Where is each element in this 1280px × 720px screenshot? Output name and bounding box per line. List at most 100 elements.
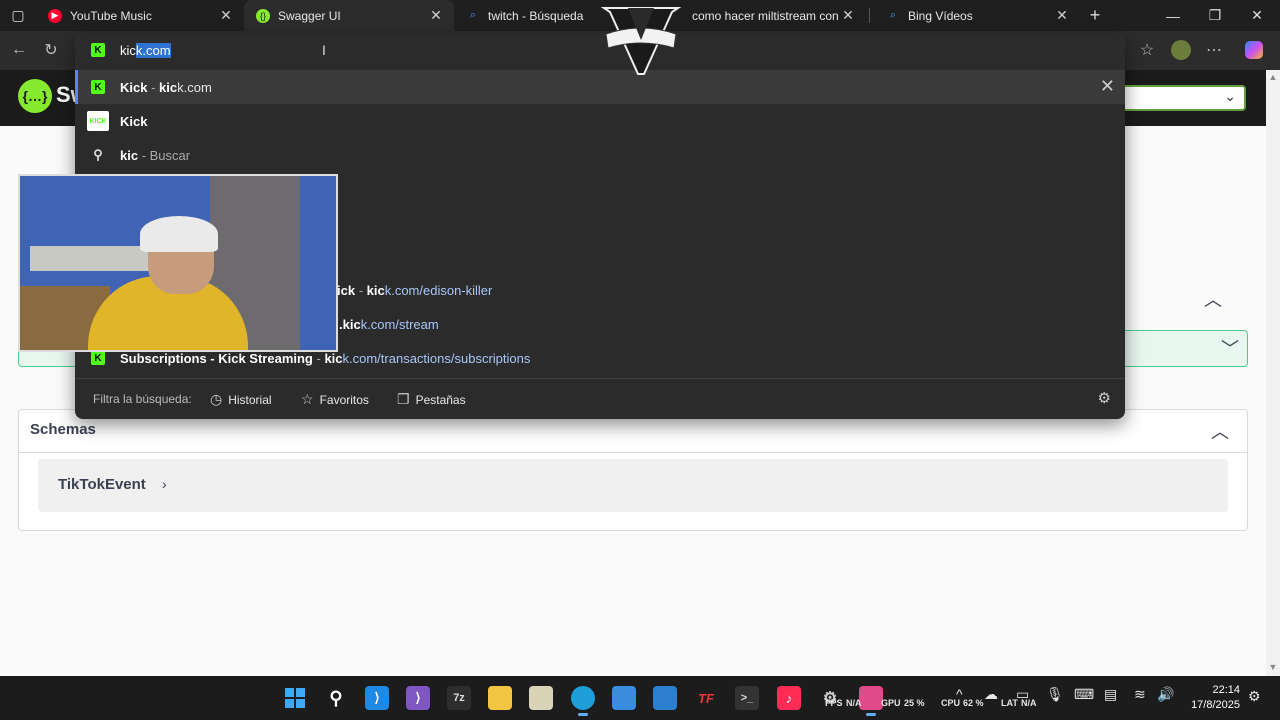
tab-title: Bing Vídeos bbox=[908, 8, 973, 23]
cloud-icon[interactable]: ☁ bbox=[984, 686, 998, 703]
scroll-up-icon[interactable]: ▲ bbox=[1266, 72, 1280, 84]
display-icon[interactable]: ▭ bbox=[1016, 686, 1029, 703]
close-icon[interactable]: ✕ bbox=[840, 7, 856, 24]
history-icon: ◷ bbox=[210, 391, 223, 407]
volume-icon[interactable]: 🔊 bbox=[1157, 686, 1174, 703]
star-icon: ☆ bbox=[301, 391, 314, 407]
tab-actions-icon[interactable]: ▢ bbox=[0, 0, 36, 31]
kick-logo-icon: KICK bbox=[87, 111, 109, 131]
tab-title: Swagger UI bbox=[278, 8, 341, 23]
address-input[interactable]: kick.com bbox=[120, 43, 171, 58]
swagger-icon: {} bbox=[256, 8, 270, 23]
filter-history-chip[interactable]: ◷ Historial bbox=[210, 391, 272, 408]
suggestion-url-match: kic bbox=[159, 80, 178, 95]
new-tab-button[interactable]: + bbox=[1074, 0, 1116, 31]
model-item[interactable]: TikTokEvent › bbox=[38, 459, 1228, 512]
kick-k-icon: K bbox=[91, 351, 105, 365]
close-icon[interactable]: ✕ bbox=[1054, 7, 1070, 24]
tab-bing-videos[interactable]: ⌕ Bing Vídeos ✕ bbox=[874, 0, 1080, 31]
swagger-logo-icon: {…} bbox=[18, 79, 52, 113]
suggestion-separator: - bbox=[355, 283, 367, 298]
divider bbox=[19, 452, 1247, 453]
suggestion-url-match: .kic bbox=[339, 317, 361, 332]
chevron-up-icon[interactable]: ^ bbox=[956, 686, 963, 702]
chevron-up-icon[interactable]: ︿ bbox=[1204, 286, 1222, 312]
search-icon: ⌕ bbox=[469, 9, 477, 21]
suggestion-title: Kick bbox=[120, 80, 148, 95]
streaming-app-icon[interactable] bbox=[859, 686, 883, 716]
tabs-icon: ❐ bbox=[397, 391, 410, 407]
scroll-down-icon[interactable]: ▼ bbox=[1266, 662, 1280, 674]
search-icon: ⚲ bbox=[93, 147, 103, 162]
favorites-icon[interactable]: ☆ bbox=[1136, 39, 1158, 61]
definition-select[interactable]: ⌄ bbox=[1118, 85, 1246, 111]
back-icon[interactable]: ← bbox=[8, 39, 30, 61]
tiktok-icon[interactable]: ♪ bbox=[777, 686, 801, 710]
search-icon[interactable]: ⚲ bbox=[324, 686, 348, 710]
chevron-down-icon: ﹀ bbox=[1221, 339, 1239, 359]
chevron-down-icon: ⌄ bbox=[1224, 88, 1236, 104]
terminal-icon[interactable]: >_ bbox=[735, 686, 759, 710]
clock-time: 22:14 bbox=[1212, 684, 1240, 696]
suggestion-item[interactable]: ⚲ kic - Buscar bbox=[75, 138, 1125, 172]
suggestion-url: k.com/stream bbox=[360, 317, 439, 332]
tf-app-icon[interactable]: TF bbox=[694, 686, 718, 710]
page-scrollbar[interactable] bbox=[1266, 70, 1280, 676]
close-icon[interactable]: ✕ bbox=[218, 7, 234, 24]
suggestion-url: k.com/transactions/subscriptions bbox=[342, 351, 531, 366]
schemas-section: Schemas ︿ TikTokEvent › bbox=[18, 409, 1248, 531]
reload-icon[interactable]: ↻ bbox=[40, 39, 62, 61]
suggestion-separator: - bbox=[147, 80, 160, 95]
gpu-label: GPU bbox=[881, 698, 901, 708]
suggestion-url: k.com/edison-killer bbox=[384, 283, 493, 298]
edge-icon[interactable] bbox=[571, 686, 595, 716]
tab-multistream[interactable]: como hacer miltistream con ar ✕ bbox=[680, 0, 866, 31]
suggestion-title: Kick bbox=[120, 114, 148, 129]
store-icon[interactable] bbox=[612, 686, 636, 710]
tab-swagger-ui[interactable]: {} Swagger UI ✕ bbox=[244, 0, 454, 31]
tab-title: como hacer miltistream con ar bbox=[692, 8, 840, 23]
autocomplete-selection: k.com bbox=[135, 43, 171, 58]
kick-k-icon: K bbox=[91, 80, 105, 94]
system-clock[interactable]: 22:14 17/8/2025 bbox=[1191, 683, 1240, 713]
filter-label: Filtra la búsqueda: bbox=[93, 392, 192, 406]
notepad-icon[interactable] bbox=[529, 686, 553, 710]
visual-studio-icon[interactable]: ⟩ bbox=[406, 686, 430, 710]
wifi-icon[interactable]: ≋ bbox=[1134, 686, 1146, 703]
remove-suggestion-icon[interactable]: ✕ bbox=[1100, 76, 1115, 97]
minimize-icon[interactable]: — bbox=[1152, 0, 1194, 31]
start-icon[interactable] bbox=[283, 686, 307, 710]
keyboard-icon[interactable]: ⌨ bbox=[1074, 686, 1094, 703]
profile-avatar[interactable] bbox=[1170, 39, 1192, 61]
search-filter-bar: Filtra la búsqueda: ◷ Historial ☆ Favorito… bbox=[75, 378, 1125, 419]
close-icon[interactable]: ✕ bbox=[428, 7, 444, 24]
suggestion-separator: - bbox=[312, 351, 325, 366]
chevron-up-icon[interactable]: ︿ bbox=[1211, 418, 1229, 444]
notifications-icon[interactable]: ⚙ bbox=[1248, 688, 1261, 705]
window-close-icon[interactable]: ✕ bbox=[1236, 0, 1278, 31]
copilot-icon[interactable] bbox=[1243, 39, 1265, 61]
filter-favorites-chip[interactable]: ☆ Favoritos bbox=[301, 391, 369, 408]
filter-tabs-chip[interactable]: ❐ Pestañas bbox=[397, 391, 466, 408]
filter-chip-label: Pestañas bbox=[415, 392, 466, 407]
vscode-icon[interactable]: ⟩ bbox=[365, 686, 389, 710]
suggestion-item[interactable]: KICK Kick bbox=[75, 104, 1125, 138]
cpu-value: 62 % bbox=[963, 698, 984, 708]
gear-icon[interactable]: ⚙ bbox=[1098, 389, 1111, 407]
more-menu-icon[interactable]: ⋯ bbox=[1203, 39, 1225, 61]
window-icon[interactable]: ▤ bbox=[1104, 686, 1117, 703]
suggestion-url-match: kic bbox=[324, 351, 343, 366]
tab-youtube-music[interactable]: ▶ YouTube Music ✕ bbox=[36, 0, 244, 31]
schemas-title[interactable]: Schemas bbox=[30, 421, 96, 438]
file-explorer-icon[interactable] bbox=[488, 686, 512, 710]
suggestion-separator: - bbox=[138, 148, 150, 163]
restore-icon[interactable]: ❐ bbox=[1194, 0, 1236, 31]
kick-k-icon: K bbox=[91, 43, 105, 57]
zip-app-icon[interactable]: 7z bbox=[447, 686, 471, 710]
suggestion-title: ick bbox=[337, 283, 356, 298]
microphone-icon[interactable]: 🎙 bbox=[1046, 686, 1064, 703]
suggestion-url-match: kic bbox=[366, 283, 385, 298]
clock-date: 17/8/2025 bbox=[1191, 699, 1240, 711]
photos-icon[interactable] bbox=[653, 686, 677, 710]
suggestion-query: kic bbox=[120, 148, 139, 163]
